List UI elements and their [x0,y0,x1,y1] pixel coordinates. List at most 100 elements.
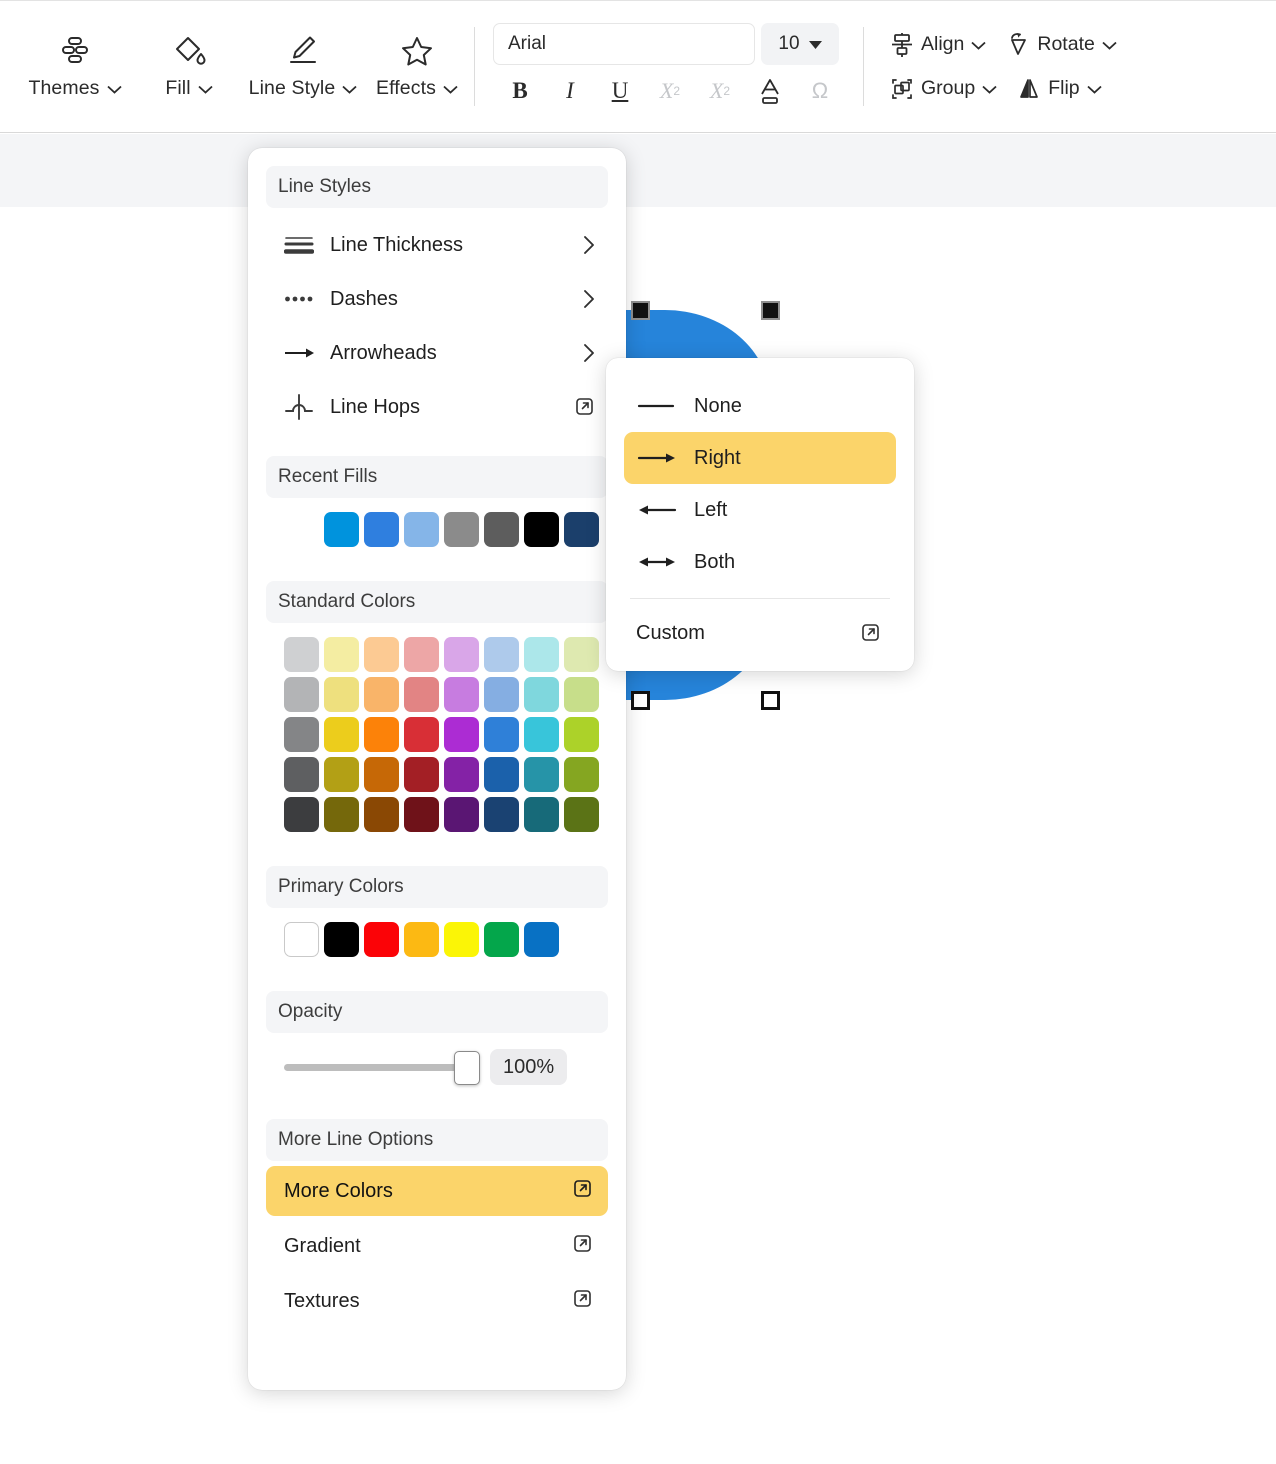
option-textures[interactable]: Textures [266,1276,608,1326]
toolbar-button-flip[interactable]: Flip [1007,70,1111,108]
submenu-item-both[interactable]: Both [624,536,896,588]
submenu-item-none[interactable]: None [624,380,896,432]
color-cell-3-0[interactable] [284,757,319,792]
color-cell-0-7[interactable] [564,637,599,672]
submenu-item-label: Both [694,551,882,574]
swatch-primary-white[interactable] [284,922,319,957]
italic-button[interactable]: I [545,71,595,111]
external-link-icon[interactable] [572,1288,594,1315]
color-cell-3-7[interactable] [564,757,599,792]
swatch-recent-5[interactable] [524,512,559,547]
slider-thumb[interactable] [454,1051,480,1085]
menu-item-line-hops[interactable]: Line Hops [266,380,608,434]
swatch-primary-yellow[interactable] [444,922,479,957]
menu-item-line-thickness[interactable]: Line Thickness [266,218,608,272]
color-cell-1-1[interactable] [324,677,359,712]
chevron-down-icon [198,77,213,100]
color-cell-1-0[interactable] [284,677,319,712]
swatch-recent-0[interactable] [324,512,359,547]
color-cell-3-6[interactable] [524,757,559,792]
color-cell-1-3[interactable] [404,677,439,712]
color-cell-1-6[interactable] [524,677,559,712]
selection-handle-top-right[interactable] [761,301,780,320]
font-size-select[interactable]: 10 [761,23,839,65]
color-cell-2-1[interactable] [324,717,359,752]
color-cell-2-5[interactable] [484,717,519,752]
option-more-colors[interactable]: More Colors [266,1166,608,1216]
color-cell-4-5[interactable] [484,797,519,832]
color-cell-1-5[interactable] [484,677,519,712]
color-cell-4-4[interactable] [444,797,479,832]
color-cell-3-2[interactable] [364,757,399,792]
swatch-recent-6[interactable] [564,512,599,547]
color-cell-4-7[interactable] [564,797,599,832]
color-cell-0-1[interactable] [324,637,359,672]
color-cell-2-3[interactable] [404,717,439,752]
color-cell-1-2[interactable] [364,677,399,712]
color-cell-2-0[interactable] [284,717,319,752]
swatch-recent-2[interactable] [404,512,439,547]
option-gradient[interactable]: Gradient [266,1221,608,1271]
menu-item-dashes[interactable]: Dashes [266,272,608,326]
swatch-primary-green[interactable] [484,922,519,957]
selection-handle-bottom-left[interactable] [631,691,650,710]
subscript-button[interactable]: X2 [645,71,695,111]
swatch-primary-orange[interactable] [404,922,439,957]
special-character-button[interactable]: Ω [795,71,845,111]
color-cell-2-2[interactable] [364,717,399,752]
toolbar-button-align[interactable]: Align [880,26,996,64]
text-color-button[interactable] [745,71,795,111]
opacity-value: 100% [490,1049,567,1085]
bold-button[interactable]: B [495,71,545,111]
color-cell-4-1[interactable] [324,797,359,832]
toolbar-button-group[interactable]: Group [880,70,1007,108]
toolbar-button-line-style[interactable]: Line Style [246,17,360,117]
color-cell-0-2[interactable] [364,637,399,672]
superscript-button[interactable]: X2 [695,71,745,111]
external-link-icon[interactable] [572,1178,594,1205]
color-cell-0-3[interactable] [404,637,439,672]
color-cell-4-2[interactable] [364,797,399,832]
color-cell-2-6[interactable] [524,717,559,752]
toolbar-button-rotate[interactable]: Rotate [996,26,1126,64]
color-cell-4-3[interactable] [404,797,439,832]
color-cell-4-6[interactable] [524,797,559,832]
toolbar-shape-group: Themes Fill [0,1,474,132]
line-hops-icon [284,392,330,422]
selection-handle-bottom-right[interactable] [761,691,780,710]
toolbar-label-effects: Effects [376,77,436,100]
color-cell-1-7[interactable] [564,677,599,712]
color-cell-0-4[interactable] [444,637,479,672]
submenu-item-custom[interactable]: Custom [624,607,896,659]
submenu-item-right[interactable]: Right [624,432,896,484]
swatch-recent-3[interactable] [444,512,479,547]
selection-handle-top-left[interactable] [631,301,650,320]
submenu-item-left[interactable]: Left [624,484,896,536]
opacity-slider[interactable] [284,1056,480,1078]
swatch-recent-1[interactable] [364,512,399,547]
swatch-primary-black[interactable] [324,922,359,957]
underline-button[interactable]: U [595,71,645,111]
swatch-recent-4[interactable] [484,512,519,547]
color-cell-2-7[interactable] [564,717,599,752]
menu-item-arrowheads[interactable]: Arrowheads [266,326,608,380]
swatch-primary-blue[interactable] [524,922,559,957]
color-cell-0-0[interactable] [284,637,319,672]
color-cell-1-4[interactable] [444,677,479,712]
external-link-icon[interactable] [860,622,882,644]
external-link-icon[interactable] [572,1233,594,1260]
toolbar-button-effects[interactable]: Effects [360,17,474,117]
color-cell-2-4[interactable] [444,717,479,752]
font-family-input[interactable] [493,23,755,65]
color-cell-3-3[interactable] [404,757,439,792]
color-cell-3-4[interactable] [444,757,479,792]
swatch-primary-red[interactable] [364,922,399,957]
color-cell-0-6[interactable] [524,637,559,672]
color-cell-3-5[interactable] [484,757,519,792]
color-cell-0-5[interactable] [484,637,519,672]
external-link-icon[interactable] [574,396,596,418]
toolbar-button-themes[interactable]: Themes [18,17,132,117]
color-cell-4-0[interactable] [284,797,319,832]
color-cell-3-1[interactable] [324,757,359,792]
toolbar-button-fill[interactable]: Fill [132,17,246,117]
